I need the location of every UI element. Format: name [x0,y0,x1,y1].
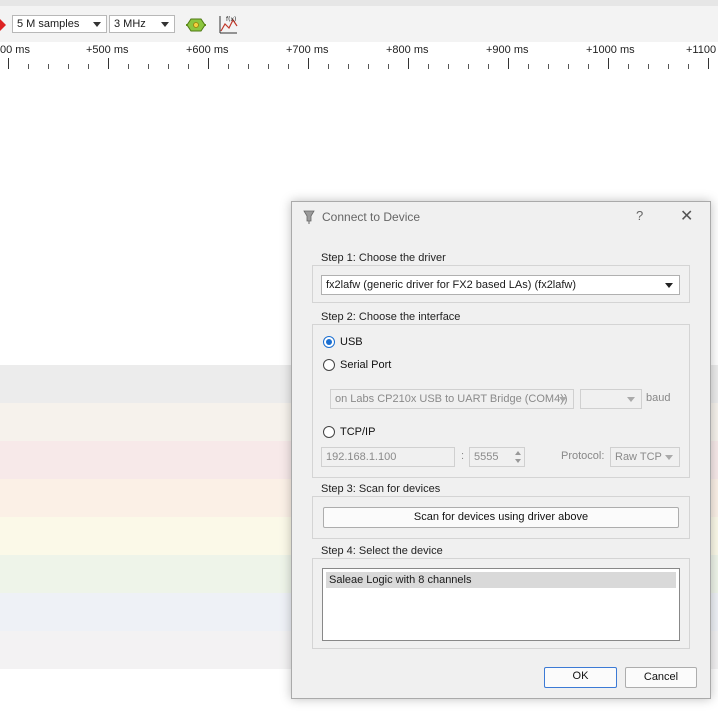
serial-port-radio[interactable] [323,359,335,371]
ruler-minor-tick [68,64,69,69]
serial-port-select[interactable]: on Labs CP210x USB to UART Bridge (COM4)… [330,389,574,409]
ruler-tick-label: +800 ms [386,44,429,56]
sample-rate-select[interactable]: 3 MHz [109,15,175,33]
usb-label: USB [340,336,363,348]
ruler-minor-tick [348,64,349,69]
ruler-major-tick [708,58,709,69]
ruler-minor-tick [668,64,669,69]
app-icon [303,210,315,224]
ruler-major-tick [8,58,9,69]
ok-button[interactable]: OK [544,667,617,688]
ruler-minor-tick [428,64,429,69]
ruler-minor-tick [628,64,629,69]
port-spinbox[interactable]: 5555 [469,447,525,467]
serial-port-label: Serial Port [340,359,392,371]
device-list[interactable]: Saleae Logic with 8 channels [322,568,680,641]
ruler-minor-tick [48,64,49,69]
cancel-button[interactable]: Cancel [625,667,697,688]
usb-radio[interactable] [323,336,335,348]
chevron-down-icon [559,397,567,402]
protocol-label: Protocol: [561,450,605,462]
ruler-minor-tick [248,64,249,69]
protocol-select[interactable]: Raw TCP [610,447,680,467]
host-input[interactable]: 192.168.1.100 [321,447,455,467]
connect-device-dialog: Connect to Device ? ✕ Step 1: Choose the… [291,201,711,699]
main-toolbar: 5 M samples 3 MHz f(x) [0,6,718,43]
ruler-minor-tick [288,64,289,69]
chevron-down-icon [93,22,101,27]
ruler-minor-tick [468,64,469,69]
ruler-tick-label: +900 ms [486,44,529,56]
ruler-minor-tick [688,64,689,69]
chevron-down-icon [665,455,673,460]
ruler-minor-tick [128,64,129,69]
driver-select[interactable]: fx2lafw (generic driver for FX2 based LA… [321,275,680,295]
ruler-minor-tick [448,64,449,69]
ruler-major-tick [108,58,109,69]
scan-devices-button[interactable]: Scan for devices using driver above [323,507,679,528]
ruler-minor-tick [168,64,169,69]
sample-count-value: 5 M samples [17,18,80,30]
ruler-minor-tick [188,64,189,69]
baud-label: baud [646,392,671,404]
chevron-down-icon [627,397,635,402]
sample-count-select[interactable]: 5 M samples [12,15,107,33]
ruler-minor-tick [528,64,529,69]
step1-label: Step 1: Choose the driver [320,252,447,264]
ruler-tick-label: +1000 ms [586,44,635,56]
time-ruler: 00 ms +500 ms +600 ms +700 ms +800 ms +900 ms… [0,42,718,70]
chevron-down-icon [665,283,673,288]
ruler-minor-tick [368,64,369,69]
spin-arrows-icon [515,451,521,463]
port-value: 5555 [474,451,499,463]
ruler-minor-tick [568,64,569,69]
ruler-minor-tick [28,64,29,69]
ruler-minor-tick [388,64,389,69]
ruler-minor-tick [328,64,329,69]
baud-select[interactable] [580,389,642,409]
ruler-minor-tick [268,64,269,69]
probe-config-icon [186,18,206,32]
ruler-minor-tick [228,64,229,69]
step2-label: Step 2: Choose the interface [320,311,462,323]
list-item[interactable]: Saleae Logic with 8 channels [326,572,676,588]
ruler-major-tick [408,58,409,69]
ruler-major-tick [508,58,509,69]
sample-rate-value: 3 MHz [114,18,146,30]
protocol-value: Raw TCP [615,451,662,463]
svg-text:f(x): f(x) [226,16,236,23]
ruler-tick-label: +1100 [686,44,717,56]
chevron-down-icon [161,22,169,27]
ruler-minor-tick [148,64,149,69]
probe-config-button[interactable] [185,15,207,35]
ruler-tick-label: +600 ms [186,44,229,56]
math-button[interactable]: f(x) [217,14,239,34]
close-icon[interactable]: ✕ [680,206,693,226]
host-port-separator: : [461,450,465,462]
ruler-tick-label: +500 ms [86,44,129,56]
ruler-major-tick [208,58,209,69]
ruler-minor-tick [548,64,549,69]
ruler-minor-tick [648,64,649,69]
function-plot-icon: f(x) [219,16,238,34]
serial-port-value: on Labs CP210x USB to UART Bridge (COM4)… [335,393,568,405]
tcpip-radio[interactable] [323,426,335,438]
help-button[interactable]: ? [636,208,643,223]
ruler-minor-tick [488,64,489,69]
ruler-minor-tick [588,64,589,69]
tcpip-label: TCP/IP [340,426,376,438]
dialog-title: Connect to Device [322,210,421,224]
ruler-tick-label: +700 ms [286,44,329,56]
ruler-tick-label: 00 ms [0,44,30,56]
ruler-major-tick [308,58,309,69]
run-icon[interactable] [0,19,6,31]
driver-value: fx2lafw (generic driver for FX2 based LA… [326,279,577,291]
host-value: 192.168.1.100 [326,451,397,463]
step4-label: Step 4: Select the device [320,545,444,557]
step3-label: Step 3: Scan for devices [320,483,442,495]
dialog-titlebar: Connect to Device ? ✕ [292,202,710,232]
ruler-major-tick [608,58,609,69]
ruler-minor-tick [88,64,89,69]
